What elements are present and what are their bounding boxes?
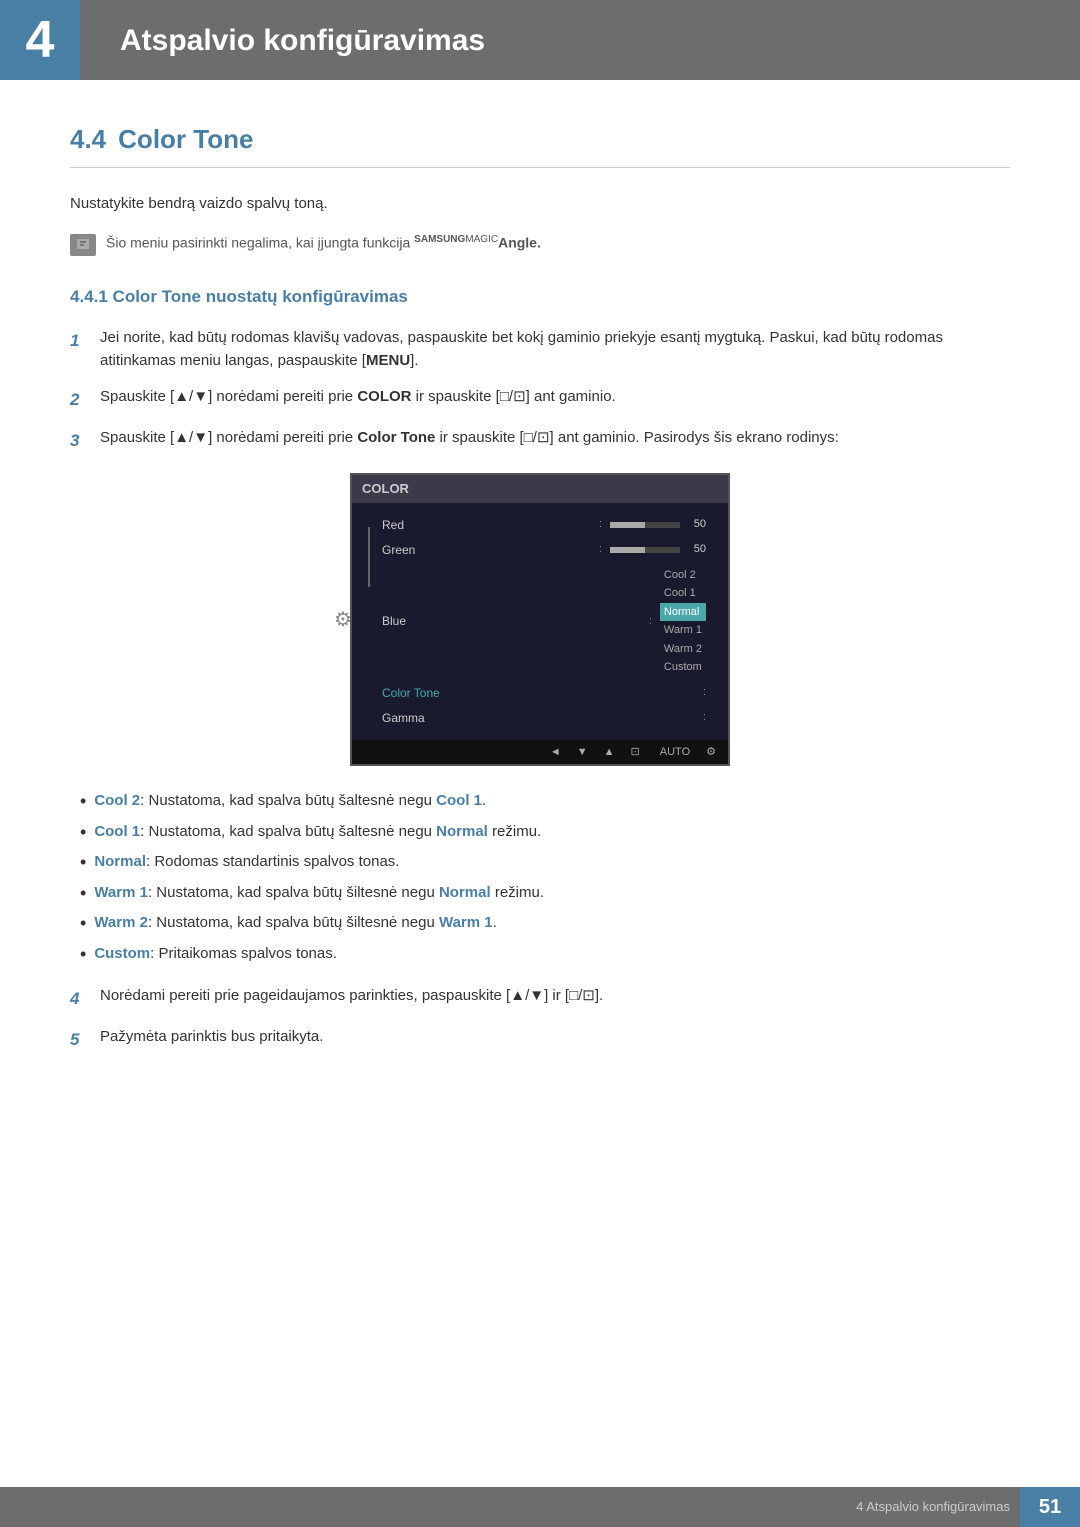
step-number-1: 1 (70, 328, 88, 372)
bullet-warm2: • Warm 2: Nustatoma, kad spalva būtų šil… (80, 912, 1010, 935)
green-progress-fill (610, 547, 645, 553)
bullet-cool1: • Cool 1: Nustatoma, kad spalva būtų šal… (80, 821, 1010, 844)
gear-icon: ⚙ (334, 605, 352, 635)
nav-left-icon: ◄ (550, 744, 561, 761)
red-value: 50 (688, 516, 706, 533)
chapter-header: 4 Atspalvio konfigūravimas (0, 0, 1080, 80)
bullet-warm1: • Warm 1: Nustatoma, kad spalva būtų šil… (80, 882, 1010, 905)
red-progress-bar (610, 522, 680, 528)
step-number-2: 2 (70, 387, 88, 413)
option-warm1: Warm 1 (660, 621, 706, 640)
bullet-custom: • Custom: Pritaikomas spalvos tonas. (80, 943, 1010, 966)
nav-up-icon: ▲ (604, 744, 615, 761)
monitor-menu: Red : 50 Green (376, 513, 712, 730)
note-text: Šio meniu pasirinkti negalima, kai įjung… (106, 232, 541, 254)
green-progress-bar (610, 547, 680, 553)
step-3: 3 Spauskite [▲/▼] norėdami pereiti prie … (70, 427, 1010, 454)
step-2: 2 Spauskite [▲/▼] norėdami pereiti prie … (70, 386, 1010, 413)
step-text-2: Spauskite [▲/▼] norėdami pereiti prie CO… (100, 386, 1010, 413)
monitor-screen: COLOR ⚙ Red : (350, 473, 730, 766)
monitor-header: COLOR (352, 475, 728, 503)
option-cool1: Cool 1 (660, 584, 706, 603)
monitor-sidebar-brackets (362, 513, 376, 730)
main-content: 4.4Color Tone Nustatykite bendrą vaizdo … (0, 80, 1080, 1152)
footer-text: 4 Atspalvio konfigūravimas (856, 1497, 1020, 1517)
step-1: 1 Jei norite, kad būtų rodomas klavišų v… (70, 327, 1010, 372)
section-title: 4.4Color Tone (70, 120, 1010, 168)
monitor-body: ⚙ Red : (352, 503, 728, 740)
section-description: Nustatykite bendrą vaizdo spalvų toną. (70, 193, 1010, 216)
subsection-title: 4.4.1 Color Tone nuostatų konfigūravimas (70, 284, 1010, 310)
option-normal: Normal (660, 603, 706, 622)
green-value: 50 (688, 541, 706, 558)
color-tone-dropdown: Cool 2 Cool 1 Normal Warm 1 Warm 2 Custo… (660, 566, 706, 677)
bullet-normal: • Normal: Rodomas standartinis spalvos t… (80, 851, 1010, 874)
auto-label: AUTO (660, 744, 690, 761)
option-warm2: Warm 2 (660, 640, 706, 659)
monitor-screenshot: COLOR ⚙ Red : (70, 473, 1010, 766)
chapter-number: 4 (0, 0, 80, 80)
step-text-3: Spauskite [▲/▼] norėdami pereiti prie Co… (100, 427, 1010, 454)
step-number-4: 4 (70, 986, 88, 1012)
step-4: 4 Norėdami pereiti prie pageidaujamos pa… (70, 985, 1010, 1012)
menu-row-gamma: Gamma : (376, 706, 712, 730)
menu-row-green: Green : 50 (376, 538, 712, 562)
note-box: Šio meniu pasirinkti negalima, kai įjung… (70, 232, 1010, 256)
step-text-1: Jei norite, kad būtų rodomas klavišų vad… (100, 327, 1010, 372)
page-number-box: 51 (1020, 1487, 1080, 1527)
page-footer: 4 Atspalvio konfigūravimas 51 (0, 1487, 1080, 1527)
bullet-cool2: • Cool 2: Nustatoma, kad spalva būtų šal… (80, 790, 1010, 813)
red-progress-fill (610, 522, 645, 528)
step-text-4: Norėdami pereiti prie pageidaujamos pari… (100, 985, 1010, 1012)
monitor-footer: ◄ ▼ ▲ ⊡ AUTO ⚙ (352, 740, 728, 765)
option-custom: Custom (660, 658, 706, 677)
note-icon (70, 234, 96, 256)
step-number-3: 3 (70, 428, 88, 454)
power-icon: ⚙ (706, 744, 716, 761)
steps-after-list: 4 Norėdami pereiti prie pageidaujamos pa… (70, 985, 1010, 1052)
step-number-5: 5 (70, 1027, 88, 1053)
nav-select-icon: ⊡ (631, 744, 640, 761)
chapter-title: Atspalvio konfigūravimas (120, 18, 485, 63)
nav-down-icon: ▼ (577, 744, 588, 761)
menu-row-blue: Blue : Cool 2 Cool 1 Normal Warm 1 Warm … (376, 563, 712, 680)
bullet-list: • Cool 2: Nustatoma, kad spalva būtų šal… (80, 790, 1010, 965)
monitor-wrapper: COLOR ⚙ Red : (350, 473, 730, 766)
option-cool2: Cool 2 (660, 566, 706, 585)
menu-row-colortone: Color Tone : (376, 681, 712, 705)
page-number: 51 (1039, 1492, 1061, 1522)
menu-row-red: Red : 50 (376, 513, 712, 537)
step-text-5: Pažymėta parinktis bus pritaikyta. (100, 1026, 1010, 1053)
step-5: 5 Pažymėta parinktis bus pritaikyta. (70, 1026, 1010, 1053)
steps-list: 1 Jei norite, kad būtų rodomas klavišų v… (70, 327, 1010, 453)
